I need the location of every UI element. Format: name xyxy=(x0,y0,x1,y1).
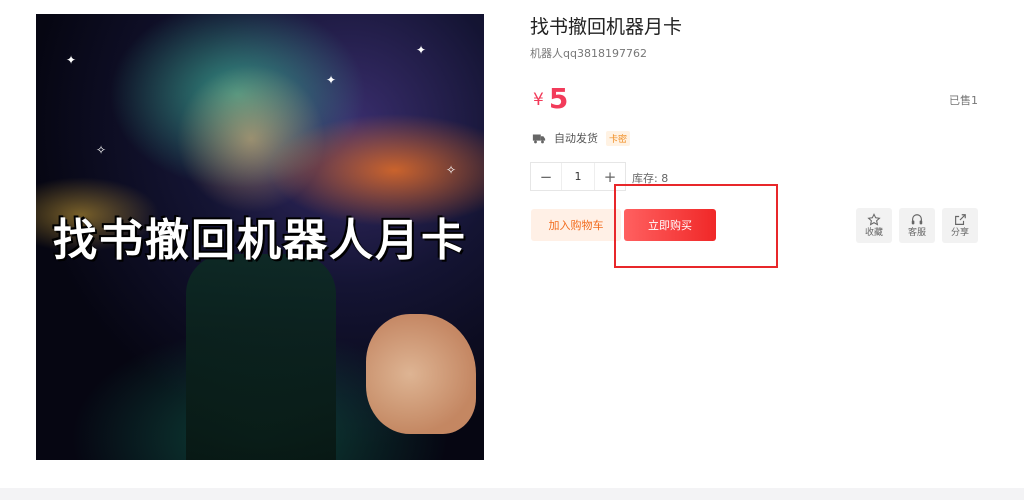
quantity-input[interactable]: 1 xyxy=(561,163,595,190)
share-button[interactable]: 分享 xyxy=(942,208,978,243)
decrease-button[interactable]: − xyxy=(531,163,561,190)
sparkle-icon: ✧ xyxy=(96,143,107,157)
price-amount: 5 xyxy=(548,82,569,115)
delivery-label: 自动发货 xyxy=(554,132,598,145)
service-label: 客服 xyxy=(907,228,926,238)
sparkle-icon: ✦ xyxy=(416,43,427,57)
artwork-hand xyxy=(366,314,476,434)
sparkle-icon: ✦ xyxy=(326,73,337,87)
favorite-button[interactable]: 收藏 xyxy=(856,208,892,243)
delivery-info: 自动发货 卡密 xyxy=(532,130,631,146)
product-page: ✦ ✦ ✧ ✧ ✦ 找书撤回机器人月卡 找书撤回机器月卡 机器人qq381819… xyxy=(0,0,1024,500)
footer-band xyxy=(0,488,1024,500)
favorite-label: 收藏 xyxy=(864,228,883,238)
seller-name[interactable]: 机器人qq3818197762 xyxy=(530,45,647,61)
product-title: 找书撤回机器月卡 xyxy=(530,16,683,38)
quantity-stepper: − 1 + xyxy=(530,162,626,191)
add-to-cart-button[interactable]: 加入购物车 xyxy=(531,209,621,241)
sold-count: 已售1 xyxy=(949,94,978,107)
service-button[interactable]: 客服 xyxy=(899,208,935,243)
price: ¥ 5 xyxy=(533,82,568,115)
truck-icon xyxy=(532,134,546,144)
share-label: 分享 xyxy=(950,228,969,238)
product-image: ✦ ✦ ✧ ✧ ✦ 找书撤回机器人月卡 xyxy=(36,14,484,460)
headset-icon xyxy=(911,214,923,225)
share-icon xyxy=(955,214,966,225)
delivery-badge: 卡密 xyxy=(606,130,631,146)
sparkle-icon: ✧ xyxy=(446,163,457,177)
highlight-box xyxy=(614,184,778,268)
sparkle-icon: ✦ xyxy=(66,53,77,67)
price-currency: ¥ xyxy=(533,90,544,110)
artwork-figure xyxy=(186,254,336,460)
star-icon xyxy=(867,213,881,226)
image-caption: 找书撤回机器人月卡 xyxy=(53,215,467,266)
